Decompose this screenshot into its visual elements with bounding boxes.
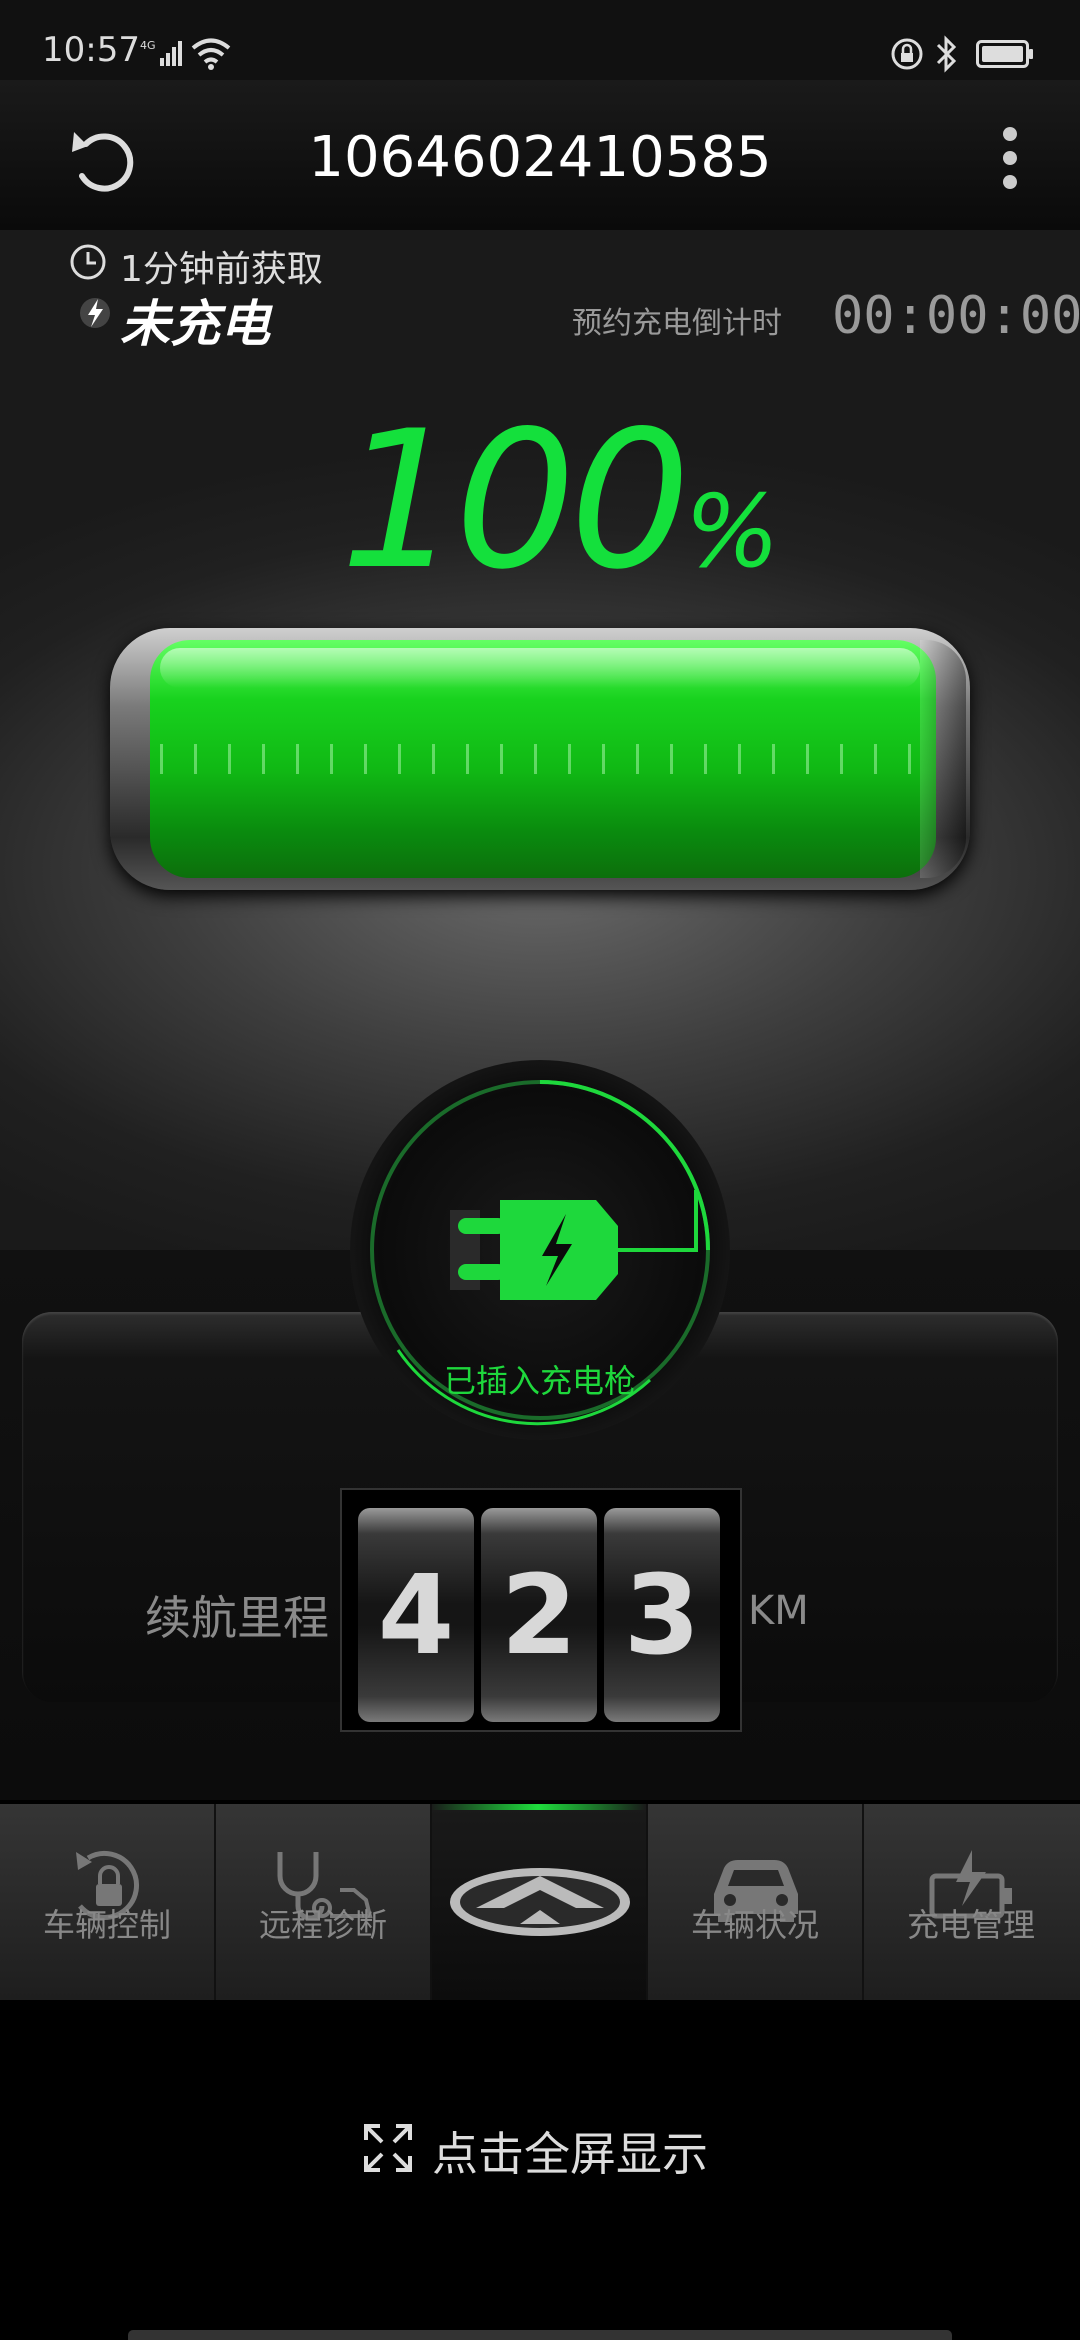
battery-tick (296, 744, 299, 774)
battery-tick (738, 744, 741, 774)
scheduled-charge-label: 预约充电倒计时 (572, 306, 782, 341)
battery-percent-sign: % (684, 473, 780, 590)
range-unit: KM (748, 1588, 809, 1634)
battery-tick (262, 744, 265, 774)
battery-tick (432, 744, 435, 774)
nav-label-vehicle-control: 车辆控制 (42, 1906, 171, 1944)
battery-tick (500, 744, 503, 774)
battery-tick (772, 744, 775, 774)
battery-tick (908, 744, 911, 774)
battery-tick (466, 744, 469, 774)
home-indicator (128, 2330, 952, 2340)
battery-gauge-ticks (160, 744, 911, 774)
lightning-icon (80, 298, 110, 328)
battery-tick (874, 744, 877, 774)
wifi-icon (191, 38, 231, 70)
brand-logo-icon (450, 1868, 630, 1936)
refresh-icon[interactable] (60, 118, 150, 198)
battery-percent: 100% (340, 390, 780, 611)
rotation-lock-icon (891, 38, 923, 70)
fullscreen-button[interactable]: 点击全屏显示 (432, 2118, 708, 2184)
battery-tick (364, 744, 367, 774)
network-type-label: 4G (140, 39, 156, 52)
plug-status-text: 已插入充电枪 (443, 1362, 636, 1400)
range-digit-ones: 3 (604, 1508, 720, 1722)
nav-label-remote-diagnosis: 远程诊断 (258, 1906, 387, 1944)
vehicle-id-title: 1064602410585 (308, 125, 772, 190)
signal-icon: 4G (140, 39, 182, 66)
charge-status-text: 未充电 (120, 295, 270, 353)
battery-gauge-cap (920, 640, 966, 878)
status-time: 10:57 (42, 30, 140, 70)
bluetooth-icon (936, 35, 957, 73)
battery-tick (704, 744, 707, 774)
battery-tick (568, 744, 571, 774)
scheduled-charge-countdown: 00:00:00 (832, 286, 1080, 346)
battery-tick (806, 744, 809, 774)
battery-tick (228, 744, 231, 774)
battery-tick (840, 744, 843, 774)
battery-status-icon (976, 40, 1033, 68)
battery-tick (636, 744, 639, 774)
battery-tick (160, 744, 163, 774)
battery-gauge-highlight (160, 648, 920, 688)
battery-tick (534, 744, 537, 774)
more-options-icon[interactable] (980, 120, 1040, 200)
battery-tick (398, 744, 401, 774)
battery-tick (670, 744, 673, 774)
range-digit-tens: 2 (481, 1508, 597, 1722)
range-label: 续航里程 (145, 1591, 329, 1645)
battery-tick (194, 744, 197, 774)
range-digit-hundreds: 4 (358, 1508, 474, 1722)
fullscreen-icon[interactable] (362, 2122, 414, 2174)
battery-tick (602, 744, 605, 774)
battery-percent-value: 100 (340, 390, 691, 611)
battery-tick (330, 744, 333, 774)
nav-label-vehicle-status: 车辆状况 (690, 1906, 819, 1944)
clock-icon (70, 244, 106, 280)
nav-label-charge-management: 充电管理 (906, 1906, 1035, 1944)
